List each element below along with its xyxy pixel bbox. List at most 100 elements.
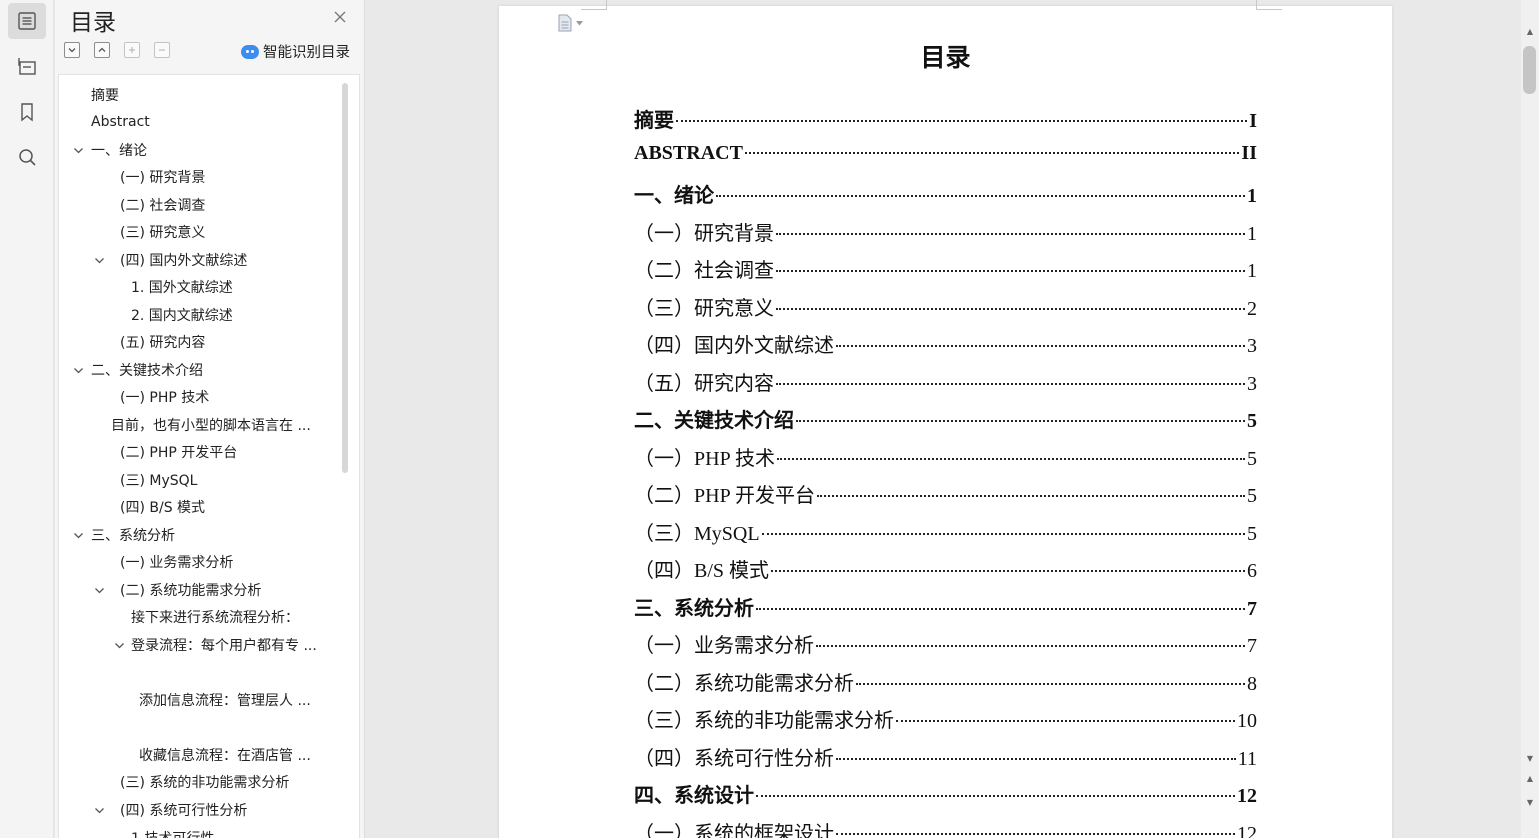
search-button[interactable] (8, 139, 46, 175)
toc-entry-page-number: 8 (1247, 672, 1257, 695)
crop-mark (581, 0, 607, 10)
toc-scrollbar[interactable] (342, 83, 348, 473)
chevron-down-icon[interactable] (72, 529, 84, 541)
toc-entry[interactable]: （一）PHP 技术 5 (634, 442, 1257, 470)
toc-entry[interactable]: （五）研究内容 3 (634, 367, 1257, 395)
expand-all-button[interactable] (64, 42, 80, 58)
toc-entry-label: 摘要 (634, 110, 674, 132)
page-format-button[interactable] (557, 14, 583, 32)
toc-entry[interactable]: （四）国内外文献综述 3 (634, 329, 1257, 357)
toc-entry[interactable]: （二）系统功能需求分析 8 (634, 667, 1257, 695)
chevron-down-icon[interactable] (93, 254, 105, 266)
toc-item-label: 目前，也有小型的脚本语言在 ... (111, 418, 311, 434)
toc-entry-page-number: 12 (1237, 822, 1257, 838)
toc-entry[interactable]: （三）MySQL 5 (634, 517, 1257, 545)
toc-entry-label: 一、绪论 (634, 185, 714, 207)
toc-item[interactable]: (四) 国内外文献综述 (59, 248, 334, 272)
toc-item[interactable]: (四) 系统可行性分析 (59, 798, 334, 822)
toc-item-label: (一) PHP 技术 (120, 390, 210, 406)
toc-item[interactable]: Abstract (59, 110, 334, 134)
chevron-down-icon[interactable] (72, 144, 84, 156)
toc-item[interactable]: (二) 社会调查 (59, 193, 334, 217)
toc-item-label: 登录流程：每个用户都有专 ... (131, 638, 317, 654)
bookmark-button[interactable] (8, 94, 46, 130)
toc-item[interactable]: 三、系统分析 (59, 523, 334, 547)
toc-tree: 摘要 Abstract 一、绪论 (一) 研究背景 (二) 社会调查 (三) 研究意义 (四… (58, 74, 360, 838)
toc-item[interactable] (59, 660, 334, 684)
toc-item-label: 收藏信息流程：在酒店管 ... (139, 748, 311, 764)
toc-item[interactable]: 接下来进行系统流程分析： (59, 605, 334, 629)
toc-entry[interactable]: 三、系统分析 7 (634, 592, 1257, 620)
toc-item[interactable]: (四) B/S 模式 (59, 495, 334, 519)
toc-item[interactable]: 目前，也有小型的脚本语言在 ... (59, 413, 334, 437)
outline-icon (18, 58, 36, 75)
toc-entry[interactable]: 一、绪论 1 (634, 179, 1257, 207)
search-icon (19, 149, 36, 166)
toc-item[interactable]: (二) PHP 开发平台 (59, 440, 334, 464)
chevron-down-icon[interactable] (93, 804, 105, 816)
toc-item[interactable]: 收藏信息流程：在酒店管 ... (59, 743, 334, 767)
toc-entry-page-number: 7 (1247, 597, 1257, 620)
dot-leader (756, 607, 1245, 610)
smart-toc-button[interactable]: 智能识别目录 (241, 41, 350, 62)
toc-item-label: 1.技术可行性 (131, 828, 214, 838)
toc-item[interactable]: 1. 国外文献综述 (59, 275, 334, 299)
toc-entry[interactable]: ABSTRACT II (634, 142, 1257, 170)
toc-entry-page-number: 5 (1247, 447, 1257, 470)
dot-leader (761, 532, 1245, 535)
toc-entry[interactable]: （一）系统的框架设计 12 (634, 817, 1257, 838)
chevron-down-icon[interactable] (113, 639, 125, 651)
toc-entry[interactable]: （一）研究背景 1 (634, 217, 1257, 245)
toc-item-label: 一、绪论 (91, 143, 147, 159)
toc-entry[interactable]: （四）系统可行性分析 11 (634, 742, 1257, 770)
toc-item[interactable]: 登录流程：每个用户都有专 ... (59, 633, 334, 657)
outline-button[interactable] (8, 48, 46, 84)
toc-entry[interactable]: （二）PHP 开发平台 5 (634, 479, 1257, 507)
page-down-arrow-icon[interactable]: ▼ (1521, 795, 1539, 809)
toc-item[interactable]: (一) 业务需求分析 (59, 550, 334, 574)
toc-item[interactable]: 摘要 (59, 83, 334, 107)
toc-item[interactable]: (一) 研究背景 (59, 165, 334, 189)
toc-item[interactable]: (一) PHP 技术 (59, 385, 334, 409)
toc-item[interactable]: 添加信息流程：管理层人 ... (59, 688, 334, 712)
toc-entry-label: （三）系统的非功能需求分析 (634, 710, 894, 732)
collapse-all-button[interactable] (94, 42, 110, 58)
toc-entry-page-number: 1 (1247, 260, 1257, 282)
scroll-down-arrow-icon[interactable]: ▼ (1521, 751, 1539, 765)
toc-item[interactable]: (二) 系统功能需求分析 (59, 578, 334, 602)
chevron-down-icon[interactable] (72, 364, 84, 376)
crop-mark (1256, 0, 1282, 10)
toc-item[interactable] (59, 715, 334, 739)
document-scrollbar[interactable]: ▲ ▼ ▲ ▼ (1521, 0, 1539, 838)
toc-entry[interactable]: （四）B/S 模式 6 (634, 554, 1257, 582)
toc-item[interactable]: 1.技术可行性 (59, 826, 334, 838)
scroll-up-arrow-icon[interactable]: ▲ (1521, 24, 1539, 38)
toc-item[interactable]: (三) 研究意义 (59, 220, 334, 244)
add-entry-button[interactable] (124, 42, 140, 58)
toc-entry[interactable]: （三）研究意义 2 (634, 292, 1257, 320)
toc-item[interactable]: 2. 国内文献综述 (59, 303, 334, 327)
toc-entry-label: （四）系统可行性分析 (634, 747, 834, 770)
toc-entry[interactable]: （一）业务需求分析 7 (634, 629, 1257, 657)
remove-entry-button[interactable] (154, 42, 170, 58)
toc-entry-label: （二）PHP 开发平台 (634, 485, 815, 507)
dot-leader (776, 270, 1245, 272)
toc-item[interactable]: (三) 系统的非功能需求分析 (59, 770, 334, 794)
toc-entry[interactable]: 摘要 I (634, 104, 1257, 132)
toc-item[interactable]: (三) MySQL (59, 468, 334, 492)
page-up-arrow-icon[interactable]: ▲ (1521, 771, 1539, 785)
toc-entry[interactable]: （二）社会调查 1 (634, 254, 1257, 282)
toc-panel-button[interactable] (8, 3, 46, 39)
toc-item[interactable]: 一、绪论 (59, 138, 334, 162)
dot-leader (756, 795, 1235, 797)
toc-item[interactable]: (五) 研究内容 (59, 330, 334, 354)
scrollbar-thumb[interactable] (1523, 46, 1536, 94)
dot-leader (896, 720, 1235, 722)
caret-down-icon (576, 20, 583, 25)
chevron-down-icon[interactable] (93, 584, 105, 596)
toc-entry[interactable]: 四、系统设计 12 (634, 779, 1257, 807)
toc-entry[interactable]: 二、关键技术介绍 5 (634, 404, 1257, 432)
toc-entry[interactable]: （三）系统的非功能需求分析 10 (634, 704, 1257, 732)
toc-item[interactable]: 二、关键技术介绍 (59, 358, 334, 382)
close-button[interactable] (331, 8, 349, 26)
